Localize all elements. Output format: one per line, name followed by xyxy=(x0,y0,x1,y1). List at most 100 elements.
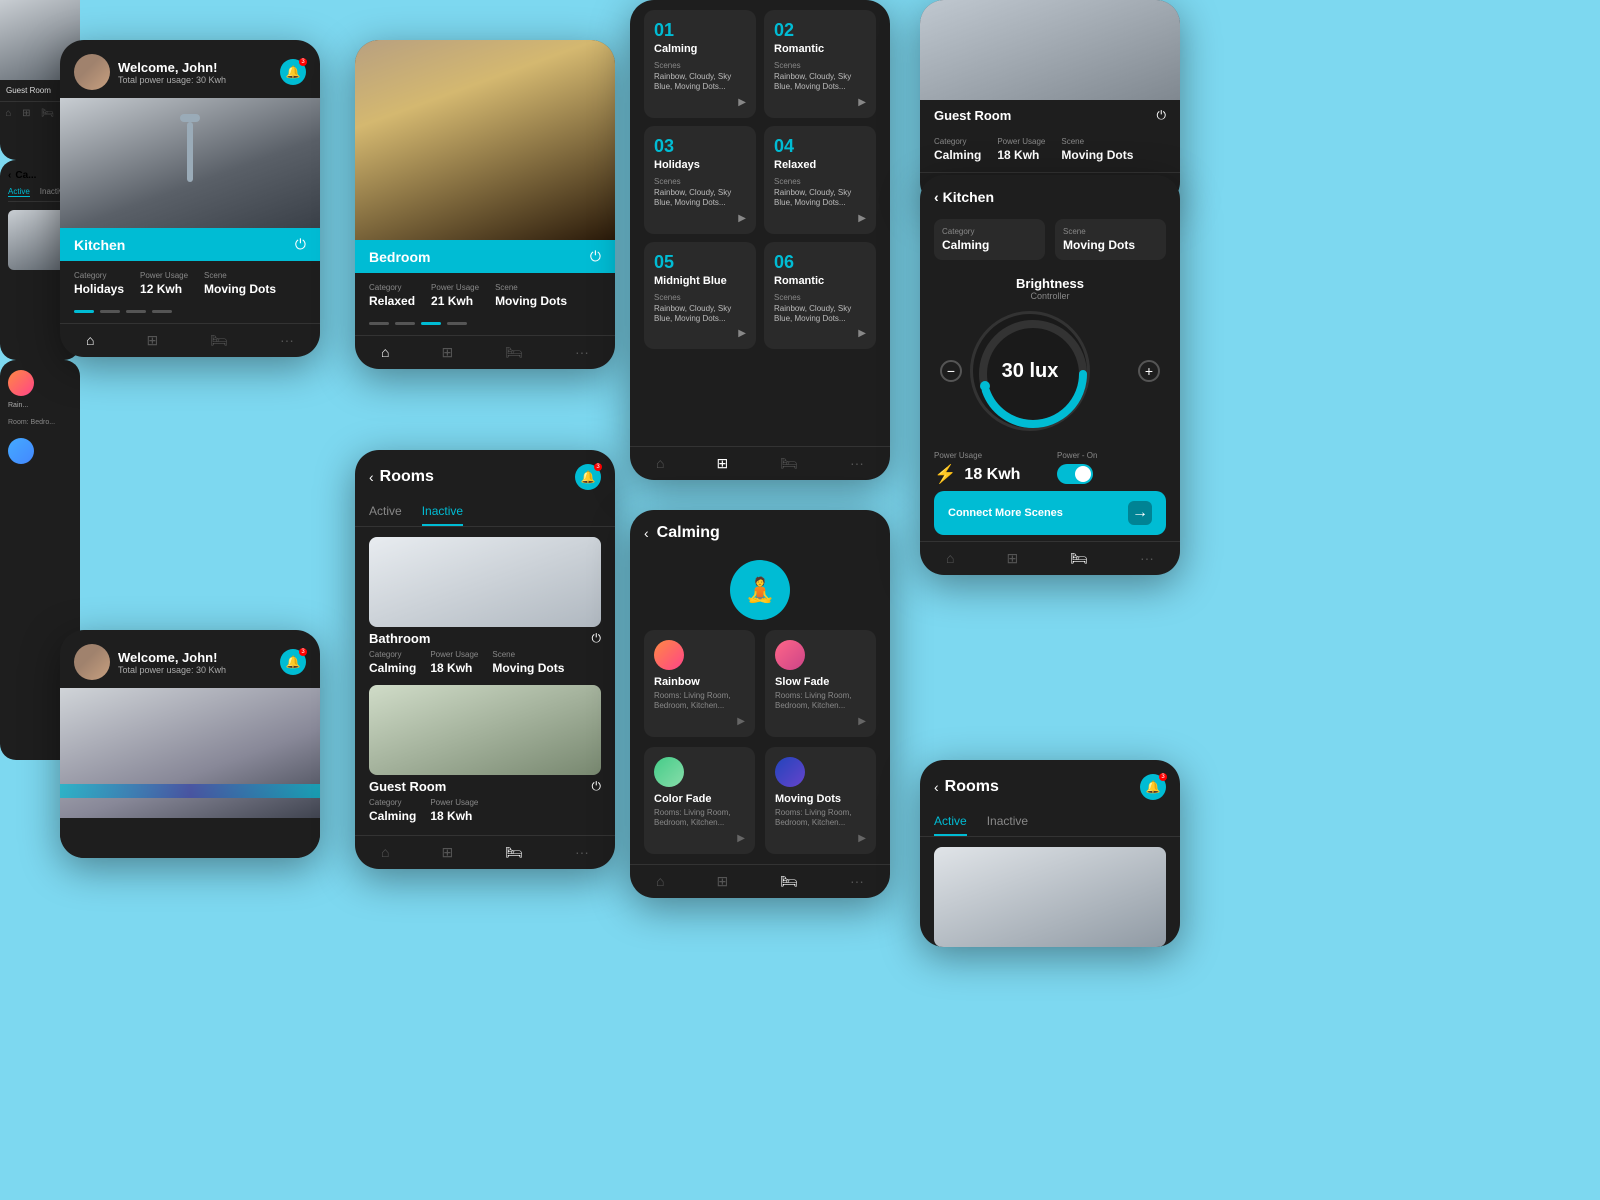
brightness-increase-btn[interactable]: + xyxy=(1138,360,1160,382)
bedroom-nav-bed[interactable]: 🛏 xyxy=(505,344,523,361)
nav-more-icon[interactable]: ··· xyxy=(280,332,294,349)
scene-num-04: 04 xyxy=(774,136,866,157)
scene-rainbow[interactable]: Rainbow Rooms: Living Room, Bedroom, Kit… xyxy=(644,630,755,737)
kitchen-power-val: 18 Kwh xyxy=(964,466,1020,484)
bdot-4[interactable] xyxy=(447,322,467,325)
rainbow-rooms: Rooms: Living Room, Bedroom, Kitchen... xyxy=(654,691,745,712)
scenes-nav-home[interactable]: ⌂ xyxy=(656,455,664,472)
kitchen-scene-label: Scene xyxy=(1063,227,1158,236)
rooms-back-arrow[interactable]: ‹ xyxy=(369,469,374,485)
scene-card-01[interactable]: 01 Calming Scenes Rainbow, Cloudy, Sky B… xyxy=(644,10,756,118)
bedroom-nav-grid[interactable]: ⊞ xyxy=(441,344,453,361)
dot-1[interactable] xyxy=(74,310,94,313)
scene-arrow-06[interactable]: ▶ xyxy=(774,328,866,339)
rooms-nav-bed[interactable]: 🛏 xyxy=(505,844,523,861)
scene-slowfade[interactable]: Slow Fade Rooms: Living Room, Bedroom, K… xyxy=(765,630,876,737)
brightness-section: Brightness Controller − 30 lux + xyxy=(920,266,1180,451)
bathroom-power-icon[interactable]: ⏻ xyxy=(592,631,602,646)
scene-desc-02: Rainbow, Cloudy, Sky Blue, Moving Dots..… xyxy=(774,72,866,93)
tab-inactive-2[interactable]: Inactive xyxy=(987,808,1028,836)
brightness-decrease-btn[interactable]: − xyxy=(940,360,962,382)
power-toggle-icon[interactable]: ⏻ xyxy=(295,236,306,253)
scene-arrow-05[interactable]: ▶ xyxy=(654,328,746,339)
scene-movingdots[interactable]: Moving Dots Rooms: Living Room, Bedroom,… xyxy=(765,747,876,854)
scene-arrow-02[interactable]: ▶ xyxy=(774,97,866,108)
connect-arrow-icon: → xyxy=(1128,501,1152,525)
rooms-notif-bell[interactable]: 🔔 3 xyxy=(575,464,601,490)
partial-nav-1[interactable]: ⌂ xyxy=(5,108,11,119)
guest-power-icon[interactable]: ⏻ xyxy=(592,779,602,794)
bedroom-name: Bedroom xyxy=(369,249,430,265)
slowfade-arrow[interactable]: ▶ xyxy=(775,716,866,727)
calming-nav-home[interactable]: ⌂ xyxy=(656,873,664,890)
nav-bed-icon[interactable]: 🛏 xyxy=(210,332,228,349)
nav-grid-icon[interactable]: ⊞ xyxy=(146,332,158,349)
power-toggle[interactable] xyxy=(1057,464,1093,484)
rooms-card: ‹ Rooms 🔔 3 Active Inactive Bathroom ⏻ C… xyxy=(355,450,615,869)
tab-active[interactable]: Active xyxy=(369,498,402,526)
scenes-nav-bed[interactable]: 🛏 xyxy=(780,455,798,472)
connect-scenes-btn[interactable]: Connect More Scenes → xyxy=(934,491,1166,535)
scene-card-06[interactable]: 06 Romantic Scenes Rainbow, Cloudy, Sky … xyxy=(764,242,876,350)
bdot-3[interactable] xyxy=(421,322,441,325)
calming-nav-more[interactable]: ··· xyxy=(850,873,864,890)
bdot-2[interactable] xyxy=(395,322,415,325)
bedroom-label-bar[interactable]: Bedroom ⏻ xyxy=(355,240,615,273)
bdot-1[interactable] xyxy=(369,322,389,325)
bathroom-power-label: Power Usage xyxy=(430,650,478,659)
scenes-nav-more[interactable]: ··· xyxy=(850,455,864,472)
scene-colorfade[interactable]: Color Fade Rooms: Living Room, Bedroom, … xyxy=(644,747,755,854)
kitchen-nav-bed[interactable]: 🛏 xyxy=(1070,550,1088,567)
calming-nav-grid[interactable]: ⊞ xyxy=(716,873,728,890)
scene-card-04[interactable]: 04 Relaxed Scenes Rainbow, Cloudy, Sky B… xyxy=(764,126,876,234)
rooms-2-notif[interactable]: 🔔 3 xyxy=(1140,774,1166,800)
scene-value: Moving Dots xyxy=(204,282,276,296)
kitchen-back-btn[interactable]: ‹ Kitchen xyxy=(934,189,994,205)
notification-bell[interactable]: 🔔 3 xyxy=(280,59,306,85)
partial-nav-2[interactable]: ⊞ xyxy=(22,108,30,119)
bedroom-nav-home[interactable]: ⌂ xyxy=(381,344,389,361)
bedroom-power-icon[interactable]: ⏻ xyxy=(590,248,601,265)
guest-power-toggle[interactable]: ⏻ xyxy=(1157,108,1167,123)
scene-card-03[interactable]: 03 Holidays Scenes Rainbow, Cloudy, Sky … xyxy=(644,126,756,234)
scene-arrow-01[interactable]: ▶ xyxy=(654,97,746,108)
brightness-knob[interactable]: 30 lux xyxy=(970,311,1090,431)
bedroom-scene-label: Scene xyxy=(495,283,567,292)
scene-label-05: Scenes xyxy=(654,293,746,302)
partial-nav-3[interactable]: 🛏 xyxy=(41,108,54,119)
notification-bell-2[interactable]: 🔔 3 xyxy=(280,649,306,675)
rainbow-arrow[interactable]: ▶ xyxy=(654,716,745,727)
nav-home-icon[interactable]: ⌂ xyxy=(86,332,94,349)
calming-nav-bed[interactable]: 🛏 xyxy=(780,873,798,890)
dot-2[interactable] xyxy=(100,310,120,313)
room-label-bar[interactable]: Kitchen ⏻ xyxy=(60,228,320,261)
rooms-nav-grid[interactable]: ⊞ xyxy=(441,844,453,861)
tab-inactive[interactable]: Inactive xyxy=(422,498,463,526)
rooms-2-back-arrow[interactable]: ‹ xyxy=(934,779,939,795)
scene-arrow-04[interactable]: ▶ xyxy=(774,213,866,224)
dot-3[interactable] xyxy=(126,310,146,313)
color-ball-rainbow xyxy=(8,370,34,396)
tab-active-2[interactable]: Active xyxy=(934,808,967,836)
colorfade-arrow[interactable]: ▶ xyxy=(654,833,745,844)
scenes-nav-grid[interactable]: ⊞ xyxy=(716,455,728,472)
calming-back-arrow[interactable]: ‹ xyxy=(644,525,649,541)
scene-card-02[interactable]: 02 Romantic Scenes Rainbow, Cloudy, Sky … xyxy=(764,10,876,118)
kitchen-nav-more[interactable]: ··· xyxy=(1140,550,1154,567)
bedroom-nav-more[interactable]: ··· xyxy=(575,344,589,361)
partial-tab-1[interactable]: Active xyxy=(8,187,30,197)
color-balls: Rain... Room: Bedro... xyxy=(8,370,72,464)
guest-power: Power Usage 18 Kwh xyxy=(430,798,478,825)
partial-back-arrow[interactable]: ‹ xyxy=(8,170,11,181)
brightness-title: Brightness xyxy=(934,276,1166,291)
guest-stats: Category Calming Power Usage 18 Kwh xyxy=(369,798,601,825)
movingdots-arrow[interactable]: ▶ xyxy=(775,833,866,844)
kitchen-nav-grid[interactable]: ⊞ xyxy=(1006,550,1018,567)
rooms-nav-more[interactable]: ··· xyxy=(575,844,589,861)
dot-4[interactable] xyxy=(152,310,172,313)
kitchen-nav-home[interactable]: ⌂ xyxy=(946,550,954,567)
rooms-nav-home[interactable]: ⌂ xyxy=(381,844,389,861)
scene-card-05[interactable]: 05 Midnight Blue Scenes Rainbow, Cloudy,… xyxy=(644,242,756,350)
scene-arrow-03[interactable]: ▶ xyxy=(654,213,746,224)
bathroom-scene-val: Moving Dots xyxy=(492,661,564,675)
